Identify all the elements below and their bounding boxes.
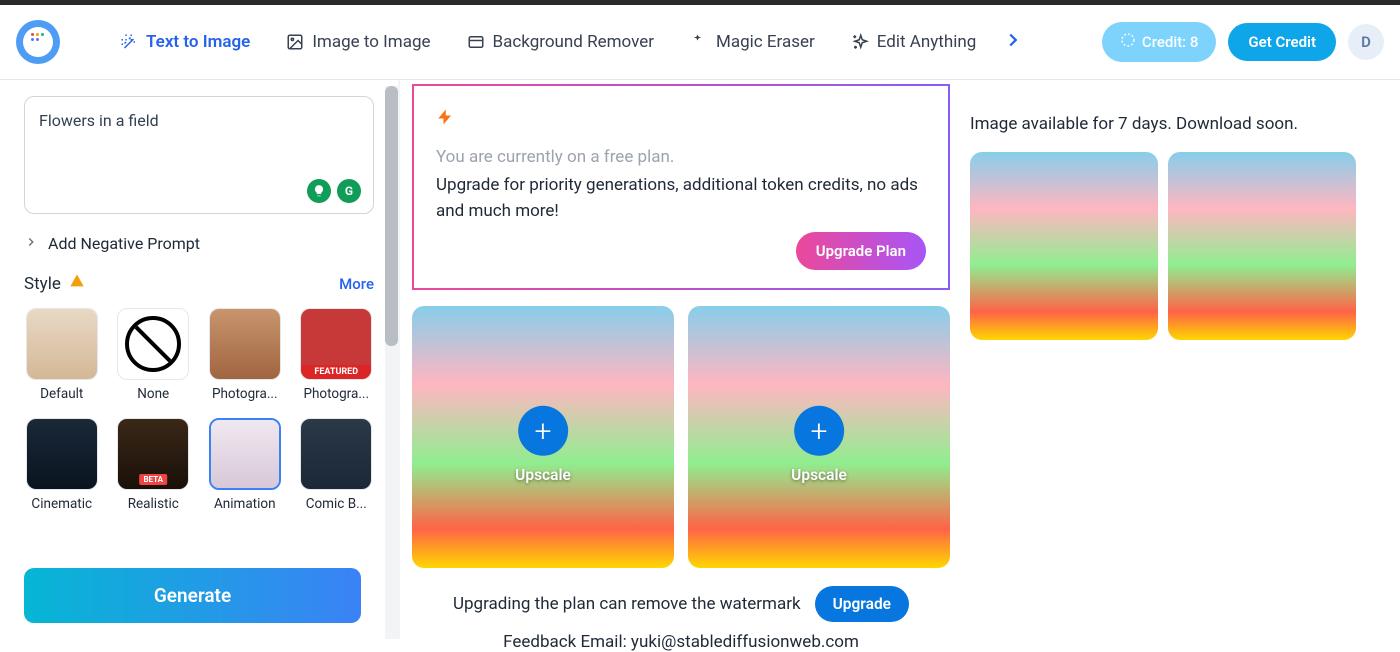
tab-text-to-image[interactable]: Text to Image xyxy=(120,32,250,52)
watermark-row: Upgrading the plan can remove the waterm… xyxy=(412,586,950,622)
tab-label: Text to Image xyxy=(146,32,250,52)
style-grid: Default None Photogra... FEATURED Photog… xyxy=(24,308,374,512)
plan-upsell-text: Upgrade for priority generations, additi… xyxy=(436,173,926,224)
scrollbar-thumb[interactable] xyxy=(385,86,398,346)
tab-label: Edit Anything xyxy=(877,32,977,52)
tab-background-remover[interactable]: Background Remover xyxy=(467,32,654,52)
style-realistic[interactable]: BETA Realistic xyxy=(116,418,192,512)
scissors-icon xyxy=(467,33,485,51)
bolt-icon xyxy=(436,106,926,133)
style-more-link[interactable]: More xyxy=(339,275,374,293)
sidebar: Flowers in a field G Add Negative Prompt… xyxy=(0,80,400,639)
sparkles-icon xyxy=(851,33,869,51)
availability-text: Image available for 7 days. Download soo… xyxy=(970,114,1380,134)
idea-icon[interactable] xyxy=(307,179,331,203)
eraser-icon xyxy=(690,33,708,51)
warn-icon xyxy=(69,273,85,294)
plus-icon: + xyxy=(794,406,844,456)
history-images xyxy=(970,152,1380,340)
header: Text to Image Image to Image Background … xyxy=(0,5,1400,80)
sidebar-scrollbar[interactable] xyxy=(385,86,398,639)
style-photography-2[interactable]: FEATURED Photogra... xyxy=(299,308,375,402)
tab-label: Background Remover xyxy=(493,32,654,52)
tab-label: Magic Eraser xyxy=(716,32,815,52)
credit-label: Credit: 8 xyxy=(1142,33,1198,51)
upscale-button-1[interactable]: + Upscale xyxy=(515,406,571,484)
add-negative-prompt[interactable]: Add Negative Prompt xyxy=(24,234,374,253)
grammarly-icon[interactable]: G xyxy=(337,179,361,203)
watermark-text: Upgrading the plan can remove the waterm… xyxy=(453,594,801,614)
chevron-right-icon xyxy=(24,234,38,253)
upgrade-card: You are currently on a free plan. Upgrad… xyxy=(412,84,950,290)
style-animation[interactable]: Animation xyxy=(207,418,283,512)
feedback-email-link[interactable]: yuki@stablediffusionweb.com xyxy=(631,632,859,652)
tab-image-to-image[interactable]: Image to Image xyxy=(286,32,430,52)
nav-tabs: Text to Image Image to Image Background … xyxy=(120,29,1102,56)
plan-status-text: You are currently on a free plan. xyxy=(436,147,926,167)
tab-edit-anything[interactable]: Edit Anything xyxy=(851,32,977,52)
right-panel: Image available for 7 days. Download soo… xyxy=(960,80,1400,639)
tab-magic-eraser[interactable]: Magic Eraser xyxy=(690,32,815,52)
credit-button[interactable]: Credit: 8 xyxy=(1102,22,1216,62)
style-default[interactable]: Default xyxy=(24,308,100,402)
tab-label: Image to Image xyxy=(312,32,430,52)
header-actions: Credit: 8 Get Credit D xyxy=(1102,22,1384,62)
style-none[interactable]: None xyxy=(116,308,192,402)
style-comic[interactable]: Comic B... xyxy=(299,418,375,512)
user-avatar[interactable]: D xyxy=(1348,24,1384,60)
upscale-button-2[interactable]: + Upscale xyxy=(791,406,847,484)
app-logo[interactable] xyxy=(16,20,60,64)
history-image-2[interactable] xyxy=(1168,152,1356,340)
style-photography-1[interactable]: Photogra... xyxy=(207,308,283,402)
upgrade-plan-button[interactable]: Upgrade Plan xyxy=(796,232,926,270)
style-heading: Style xyxy=(24,273,85,294)
nav-scroll-right[interactable] xyxy=(1002,29,1024,56)
feedback-line: Feedback Email: yuki@stablediffusionweb.… xyxy=(412,632,950,652)
generated-image-2[interactable]: + Upscale xyxy=(688,306,950,568)
generated-image-1[interactable]: + Upscale xyxy=(412,306,674,568)
center-panel: You are currently on a free plan. Upgrad… xyxy=(400,80,960,639)
wand-icon xyxy=(120,33,138,51)
coin-icon xyxy=(1120,32,1136,52)
get-credit-button[interactable]: Get Credit xyxy=(1228,23,1336,61)
negative-label: Add Negative Prompt xyxy=(48,234,200,253)
history-image-1[interactable] xyxy=(970,152,1158,340)
prompt-text[interactable]: Flowers in a field xyxy=(39,111,359,130)
generate-button[interactable]: Generate xyxy=(24,568,361,623)
style-cinematic[interactable]: Cinematic xyxy=(24,418,100,512)
plus-icon: + xyxy=(518,406,568,456)
image-icon xyxy=(286,33,304,51)
prompt-input[interactable]: Flowers in a field G xyxy=(24,96,374,214)
generated-images: + Upscale + Upscale xyxy=(412,306,950,568)
upgrade-button[interactable]: Upgrade xyxy=(815,586,909,622)
